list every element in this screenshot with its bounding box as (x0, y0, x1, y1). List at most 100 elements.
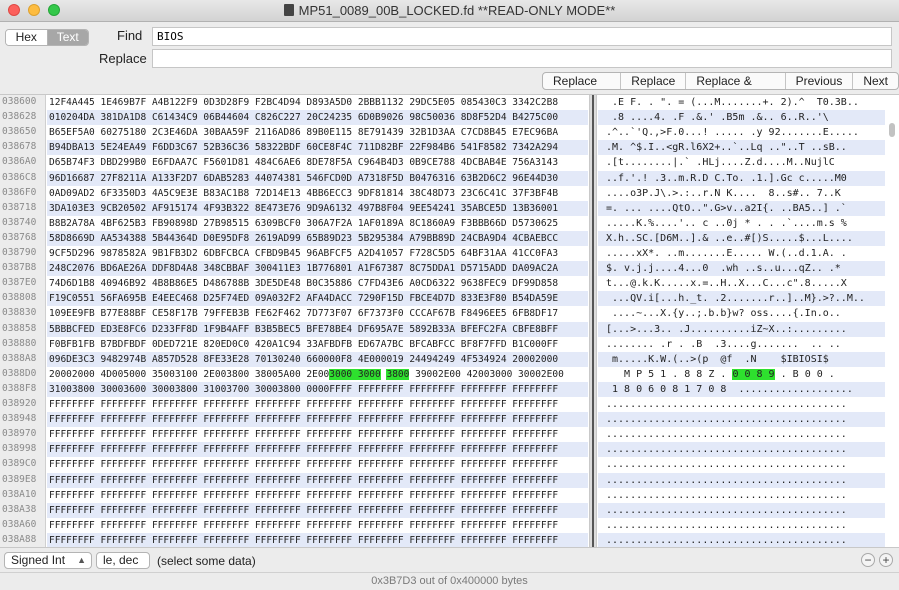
ascii-text[interactable]: ........................................ (598, 427, 885, 442)
hex-bytes[interactable]: FFFFFFFF FFFFFFFF FFFFFFFF FFFFFFFF FFFF… (47, 518, 588, 533)
ascii-text[interactable]: $. v.j.j....4...0 .wh ..s..u...qZ.. .* (598, 261, 885, 277)
hex-bytes[interactable]: 58D8669D AA534388 5B44364D D0E95DF8 2619… (47, 230, 588, 246)
hex-row[interactable]: 038970 FFFFFFFF FFFFFFFF FFFFFFFF FFFFFFF… (0, 427, 899, 442)
next-button[interactable]: Next (853, 73, 898, 89)
endianness-popup[interactable]: le, dec (96, 552, 150, 569)
hex-bytes[interactable]: 010204DA 381DA1D8 C61434C9 06B44604 C826… (47, 110, 588, 126)
ascii-text[interactable]: ........................................ (598, 518, 885, 533)
hex-bytes[interactable]: 248C2076 BD6AE26A DDF8D4A8 348CBBAF 3004… (47, 261, 588, 277)
ascii-text[interactable]: t...@.k.K.....x.=..H..X...C...c".8.....X (598, 276, 885, 291)
plus-button[interactable]: + (879, 553, 893, 567)
hex-row[interactable]: 0387E0 74D6D1B8 40946B92 4B8B86E5 D486788… (0, 276, 899, 291)
hex-row[interactable]: 038768 58D8669D AA534388 5B44364D D0E95DF… (0, 230, 899, 246)
ascii-text[interactable]: .....K.%....'.. c ..0j * . . .`....m.s % (598, 216, 885, 231)
ascii-text[interactable]: ........................................ (598, 457, 885, 472)
hex-row[interactable]: 0389C0 FFFFFFFF FFFFFFFF FFFFFFFF FFFFFFF… (0, 457, 899, 472)
ascii-text[interactable]: .M. ^$.I..<gR.l6X2+..`..Lq .."..T ..sB.. (598, 140, 885, 156)
ascii-text[interactable]: .^..`'Q.,>F.0...! ..... .y 92.......E...… (598, 125, 885, 140)
hex-bytes[interactable]: 109EE9FB B77E88BF CE58F17B 79FFEB3B FE62… (47, 306, 588, 321)
ascii-text[interactable]: ..f.'.! .3..m.R.D C.To. .1.].Gc c.....M0 (598, 170, 885, 186)
ascii-text[interactable]: ........................................ (598, 442, 885, 458)
ascii-text[interactable]: ........................................ (598, 472, 885, 488)
hex-row[interactable]: 0386C8 96D16687 27F8211A A133F2D7 6DAB528… (0, 170, 899, 186)
hex-bytes[interactable]: FFFFFFFF FFFFFFFF FFFFFFFF FFFFFFFF FFFF… (47, 397, 588, 412)
text-mode-button[interactable]: Text (47, 30, 88, 45)
ascii-text[interactable]: ........................................ (598, 502, 885, 518)
hex-row[interactable]: 038830 109EE9FB B77E88BF CE58F17B 79FFEB3… (0, 306, 899, 321)
ascii-text[interactable]: ........................................ (598, 412, 885, 428)
hex-row[interactable]: 038880 F0BFB1FB B7BDFBDF 0DED721E 820ED0C… (0, 337, 899, 352)
hex-row[interactable]: 038740 B8B2A78A 4BF625B3 FB90898D 27B9851… (0, 216, 899, 231)
hex-row[interactable]: 038628 010204DA 381DA1D8 C61434C9 06B4460… (0, 110, 899, 126)
ascii-text[interactable]: m.....K.W.(..>(p @f .N $IBIOSI$ (598, 351, 885, 367)
ascii-text[interactable]: ........................................ (598, 532, 885, 547)
hex-bytes[interactable]: 0AD09AD2 6F3350D3 4A5C9E3E B83AC1B8 72D1… (47, 186, 588, 201)
hex-row[interactable]: 0388A8 096DE3C3 9482974B A857D528 8FE33E2… (0, 351, 899, 367)
ascii-text[interactable]: =. ... ....QtO..".G>v..a2I{. ..BA5..] .` (598, 200, 885, 216)
hex-row[interactable]: 0389E8 FFFFFFFF FFFFFFFF FFFFFFFF FFFFFFF… (0, 472, 899, 488)
ascii-text[interactable]: .8 ....4. .F .&.' .B5m .&.. 6..R..'\ (598, 110, 885, 126)
ascii-text[interactable]: ...QV.i[...h._t. .2.......r..]..M}.>?..M… (598, 291, 885, 307)
hex-row[interactable]: 038808 F19C0551 56FA695B E4EEC468 D25F74E… (0, 291, 899, 307)
hex-editor-view[interactable]: 038600 12F4A445 1E469B7F A4B122F9 0D3D28F… (0, 94, 899, 548)
hex-row[interactable]: 038948 FFFFFFFF FFFFFFFF FFFFFFFF FFFFFFF… (0, 412, 899, 428)
hex-row[interactable]: 038790 9CF5D296 9878582A 9B1FB3D2 6DBFCBC… (0, 246, 899, 261)
hex-bytes[interactable]: 74D6D1B8 40946B92 4B8B86E5 D486788B 3DE5… (47, 276, 588, 291)
minus-button[interactable]: − (861, 553, 875, 567)
ascii-text[interactable]: M P 5 1 . 8 8 Z . 0 0 8 9 . B 0 0 . (598, 367, 885, 382)
hex-bytes[interactable]: FFFFFFFF FFFFFFFF FFFFFFFF FFFFFFFF FFFF… (47, 472, 588, 488)
hex-bytes[interactable]: B8B2A78A 4BF625B3 FB90898D 27B98515 6309… (47, 216, 588, 231)
hex-bytes[interactable]: FFFFFFFF FFFFFFFF FFFFFFFF FFFFFFFF FFFF… (47, 532, 588, 547)
hex-bytes[interactable]: FFFFFFFF FFFFFFFF FFFFFFFF FFFFFFFF FFFF… (47, 442, 588, 458)
hex-bytes[interactable]: 31003800 30003600 30003800 31003700 3000… (47, 381, 588, 397)
replace-and-find-button[interactable]: Replace & Find (686, 73, 786, 89)
previous-button[interactable]: Previous (786, 73, 854, 89)
hex-row[interactable]: 0387B8 248C2076 BD6AE26A DDF8D4A8 348CBBA… (0, 261, 899, 277)
replace-all-button[interactable]: Replace All (543, 73, 622, 89)
ascii-text[interactable]: X.h..SC.[D6M..].& ..e..#[)S.....$...L...… (598, 230, 885, 246)
ascii-text[interactable]: .E F. . ". = (...M.......+. 2).^ T0.3B.. (598, 95, 885, 110)
ascii-text[interactable]: ........................................ (598, 397, 885, 412)
ascii-text[interactable]: ........................................ (598, 488, 885, 503)
vertical-scrollbar-thumb[interactable] (889, 123, 895, 137)
data-type-popup[interactable]: Signed Int ▲ (4, 552, 92, 569)
hex-row[interactable]: 0388F8 31003800 30003600 30003800 3100370… (0, 381, 899, 397)
hex-bytes[interactable]: D65B74F3 DBD299B0 E6FDAA7C F5601D81 484C… (47, 155, 588, 170)
hex-row[interactable]: 038858 5BBBCFED ED3E8FC6 D233FF8D 1F9B4AF… (0, 321, 899, 337)
hex-bytes[interactable]: FFFFFFFF FFFFFFFF FFFFFFFF FFFFFFFF FFFF… (47, 502, 588, 518)
hex-row[interactable]: 038A88 FFFFFFFF FFFFFFFF FFFFFFFF FFFFFFF… (0, 532, 899, 547)
ascii-text[interactable]: [...>...3.. .J..........iZ~X..:......... (598, 321, 885, 337)
replace-field[interactable] (152, 49, 892, 68)
hex-row[interactable]: 038650 B65EF5A0 60275180 2C3E46DA 30BAA59… (0, 125, 899, 140)
hex-bytes[interactable]: F19C0551 56FA695B E4EEC468 D25F74ED 09A0… (47, 291, 588, 307)
hex-mode-button[interactable]: Hex (6, 30, 48, 45)
hex-row[interactable]: 0388D0 20002000 4D005000 35003100 2E00380… (0, 367, 899, 382)
ascii-text[interactable]: .....xX*. ..m.......E..... W.(..d.1.A. . (598, 246, 885, 261)
divider-grip[interactable] (592, 95, 594, 547)
ascii-text[interactable]: ....o3P.J\.>.:..r.N K.... 8..s#.. 7..K (598, 186, 885, 201)
replace-button[interactable]: Replace (621, 73, 687, 89)
hex-bytes[interactable]: FFFFFFFF FFFFFFFF FFFFFFFF FFFFFFFF FFFF… (47, 427, 588, 442)
hex-bytes[interactable]: FFFFFFFF FFFFFFFF FFFFFFFF FFFFFFFF FFFF… (47, 488, 588, 503)
pane-divider[interactable] (589, 95, 597, 547)
hex-bytes[interactable]: 20002000 4D005000 35003100 2E003800 3800… (47, 367, 588, 382)
hex-row[interactable]: 0386A0 D65B74F3 DBD299B0 E6FDAA7C F5601D8… (0, 155, 899, 170)
hex-row[interactable]: 038998 FFFFFFFF FFFFFFFF FFFFFFFF FFFFFFF… (0, 442, 899, 458)
hex-bytes[interactable]: B94DBA13 5E24EA49 F6DD3C67 52B36C36 5832… (47, 140, 588, 156)
ascii-text[interactable]: ....~...X.{y..;.b.b}w? oss....{.In.o.. (598, 306, 885, 321)
hex-bytes[interactable]: 096DE3C3 9482974B A857D528 8FE33E28 7013… (47, 351, 588, 367)
hex-bytes[interactable]: F0BFB1FB B7BDFBDF 0DED721E 820ED0C0 420A… (47, 337, 588, 352)
hex-row[interactable]: 038A10 FFFFFFFF FFFFFFFF FFFFFFFF FFFFFFF… (0, 488, 899, 503)
hex-bytes[interactable]: 96D16687 27F8211A A133F2D7 6DAB5283 4407… (47, 170, 588, 186)
hex-row[interactable]: 038A60 FFFFFFFF FFFFFFFF FFFFFFFF FFFFFFF… (0, 518, 899, 533)
ascii-text[interactable]: ........ .r . .B .3....g....... .. .. (598, 337, 885, 352)
hex-row[interactable]: 038718 3DA103E3 9CB20502 AF915174 4F93B32… (0, 200, 899, 216)
hex-row[interactable]: 038600 12F4A445 1E469B7F A4B122F9 0D3D28F… (0, 95, 899, 110)
hex-bytes[interactable]: FFFFFFFF FFFFFFFF FFFFFFFF FFFFFFFF FFFF… (47, 457, 588, 472)
hex-bytes[interactable]: FFFFFFFF FFFFFFFF FFFFFFFF FFFFFFFF FFFF… (47, 412, 588, 428)
hex-bytes[interactable]: 12F4A445 1E469B7F A4B122F9 0D3D28F9 F2BC… (47, 95, 588, 110)
hex-row[interactable]: 038678 B94DBA13 5E24EA49 F6DD3C67 52B36C3… (0, 140, 899, 156)
hex-bytes[interactable]: 9CF5D296 9878582A 9B1FB3D2 6DBFCBCA CFBD… (47, 246, 588, 261)
hex-row[interactable]: 0386F0 0AD09AD2 6F3350D3 4A5C9E3E B83AC1B… (0, 186, 899, 201)
hex-bytes[interactable]: B65EF5A0 60275180 2C3E46DA 30BAA59F 2116… (47, 125, 588, 140)
